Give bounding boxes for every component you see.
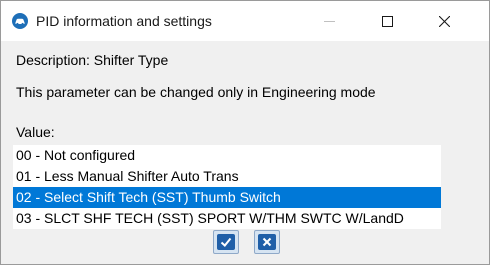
list-item-02-selected[interactable]: 02 - Select Shift Tech (SST) Thumb Switc… xyxy=(13,187,441,208)
title-bar[interactable]: PID information and settings xyxy=(1,1,489,41)
close-icon xyxy=(439,16,450,27)
list-item-03[interactable]: 03 - SLCT SHF TECH (SST) SPORT W/THM SWT… xyxy=(13,208,441,229)
minimize-icon xyxy=(324,21,335,22)
engineering-mode-note: This parameter can be changed only in En… xyxy=(16,84,376,100)
list-item-00[interactable]: 00 - Not configured xyxy=(13,145,441,166)
checkmark-icon xyxy=(220,237,232,247)
description-text: Description: Shifter Type xyxy=(16,52,169,68)
minimize-button[interactable] xyxy=(306,1,352,41)
list-item-01[interactable]: 01 - Less Manual Shifter Auto Trans xyxy=(13,166,441,187)
close-button[interactable] xyxy=(421,1,467,41)
x-icon xyxy=(262,237,272,247)
dialog-body: Description: Shifter Type This parameter… xyxy=(1,41,489,264)
maximize-button[interactable] xyxy=(364,1,410,41)
window-title: PID information and settings xyxy=(36,13,212,29)
ok-button[interactable] xyxy=(213,230,239,254)
value-label: Value: xyxy=(16,124,55,140)
value-listbox[interactable]: 00 - Not configured 01 - Less Manual Shi… xyxy=(13,145,441,229)
cancel-button[interactable] xyxy=(254,230,280,254)
car-badge-icon xyxy=(12,13,28,29)
pid-settings-window: PID information and settings Description… xyxy=(0,0,490,265)
maximize-icon xyxy=(382,16,393,27)
